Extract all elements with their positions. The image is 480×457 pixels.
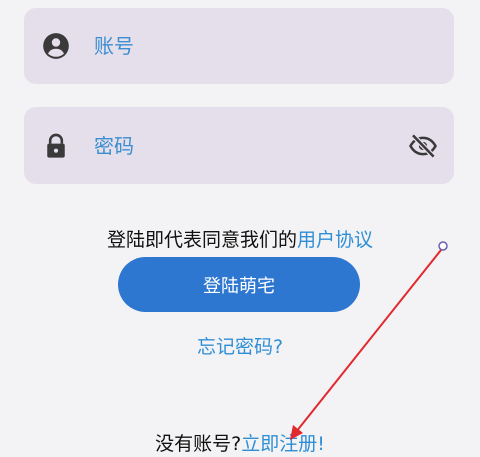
account-circle-icon bbox=[43, 33, 69, 59]
user-agreement-link[interactable]: 用户协议 bbox=[297, 229, 373, 251]
account-field[interactable] bbox=[24, 8, 454, 84]
agreement-prefix: 登陆即代表同意我们的 bbox=[106, 229, 297, 251]
register-text: 没有账号?立即注册! bbox=[0, 429, 480, 456]
password-input[interactable] bbox=[94, 130, 384, 161]
login-button[interactable]: 登陆萌宅 bbox=[118, 257, 360, 312]
register-link[interactable]: 立即注册! bbox=[241, 433, 325, 455]
password-field[interactable] bbox=[24, 107, 454, 184]
agreement-text: 登陆即代表同意我们的用户协议 bbox=[0, 225, 480, 252]
lock-icon bbox=[47, 133, 65, 158]
forgot-password-link[interactable]: 忘记密码? bbox=[0, 332, 480, 359]
eye-off-icon[interactable] bbox=[408, 131, 438, 161]
register-prefix: 没有账号? bbox=[155, 433, 242, 455]
account-input[interactable] bbox=[94, 31, 384, 61]
